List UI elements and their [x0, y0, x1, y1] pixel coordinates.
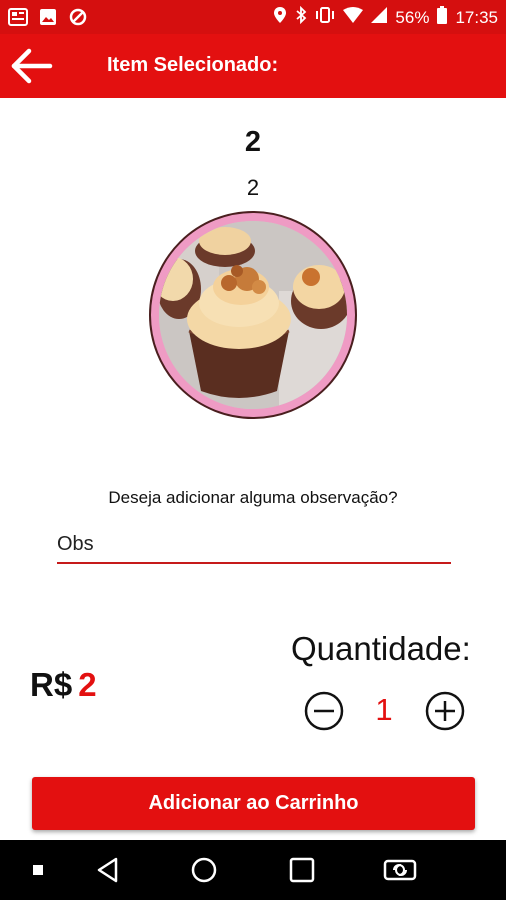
price-value: 2: [78, 666, 97, 703]
observation-input[interactable]: [57, 526, 451, 564]
wifi-icon: [343, 7, 364, 28]
plus-circle-icon: [425, 691, 465, 731]
vibrate-icon: [315, 6, 335, 29]
increase-quantity-button[interactable]: [425, 691, 465, 731]
item-description: 2: [246, 175, 260, 200]
battery-icon: [437, 6, 448, 29]
observation-question: Deseja adicionar alguma observação?: [108, 488, 398, 507]
app-bar: Item Selecionado:: [0, 34, 506, 98]
back-triangle-icon[interactable]: [88, 854, 128, 886]
back-arrow-icon[interactable]: [10, 48, 54, 84]
small-square-icon[interactable]: [18, 854, 58, 886]
navigation-bar: [0, 840, 506, 900]
price-display: R$ 2: [30, 666, 97, 704]
location-icon: [273, 6, 287, 29]
quantity-value: 1: [375, 692, 393, 727]
minus-circle-icon: [304, 691, 344, 731]
signal-icon: [371, 7, 388, 28]
recent-apps-square-icon[interactable]: [282, 854, 322, 886]
product-photo-frame: [149, 211, 357, 419]
page-title: Item Selecionado:: [107, 54, 279, 76]
status-bar: 56% 17:35: [0, 0, 506, 34]
notification-icon: [8, 7, 28, 27]
screen-rotate-icon[interactable]: [380, 854, 420, 886]
item-name: 2: [244, 126, 262, 158]
block-icon: [68, 7, 88, 27]
quantity-label: Quantidade:: [291, 630, 471, 667]
bluetooth-icon: [295, 5, 307, 29]
battery-percent: 56%: [395, 7, 430, 27]
image-icon: [38, 7, 58, 27]
decrease-quantity-button[interactable]: [304, 691, 344, 731]
clock: 17:35: [455, 7, 498, 27]
product-photo: [159, 221, 347, 409]
add-to-cart-button[interactable]: Adicionar ao Carrinho: [32, 777, 475, 830]
price-currency: R$: [30, 666, 73, 703]
home-circle-icon[interactable]: [184, 854, 224, 886]
